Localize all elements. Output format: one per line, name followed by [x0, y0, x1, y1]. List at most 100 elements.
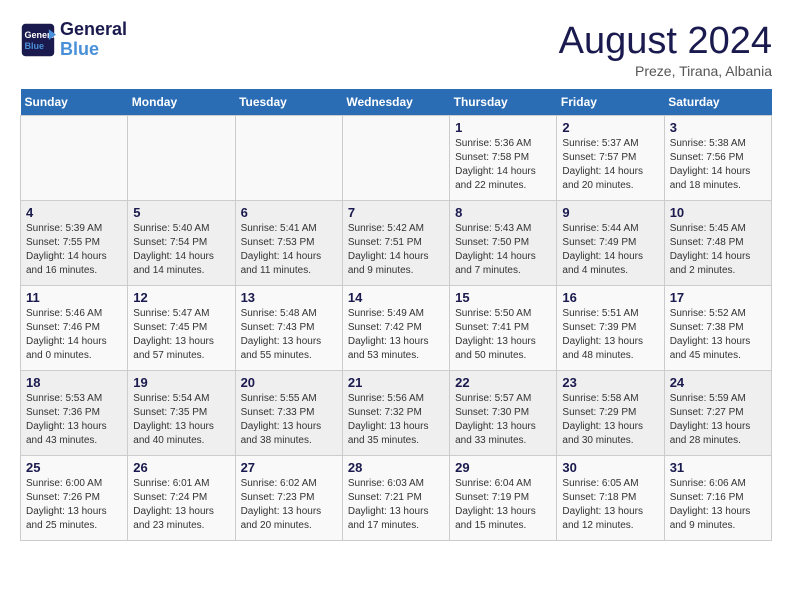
weekday-header-saturday: Saturday: [664, 89, 771, 116]
day-info: Sunrise: 5:45 AM Sunset: 7:48 PM Dayligh…: [670, 222, 766, 278]
weekday-header-thursday: Thursday: [450, 89, 557, 116]
calendar-cell: 30 Sunrise: 6:05 AM Sunset: 7:18 PM Dayli…: [557, 456, 664, 541]
day-number: 8: [455, 205, 551, 220]
day-number: 15: [455, 290, 551, 305]
day-number: 11: [26, 290, 122, 305]
day-info: Sunrise: 6:03 AM Sunset: 7:21 PM Dayligh…: [348, 477, 444, 533]
day-info: Sunrise: 5:40 AM Sunset: 7:54 PM Dayligh…: [133, 222, 229, 278]
day-info: Sunrise: 5:47 AM Sunset: 7:45 PM Dayligh…: [133, 307, 229, 363]
day-number: 20: [241, 375, 337, 390]
calendar-cell: 15Sunrise: 5:50 AM Sunset: 7:41 PM Dayli…: [450, 286, 557, 371]
calendar-header: SundayMondayTuesdayWednesdayThursdayFrid…: [21, 89, 772, 116]
calendar-cell: [342, 116, 449, 201]
day-number: 7: [348, 205, 444, 220]
day-info: Sunrise: 6:05 AM Sunset: 7:18 PM Dayligh…: [562, 477, 658, 533]
calendar-week-3: 11 Sunrise: 5:46 AM Sunset: 7:46 PM Dayli…: [21, 286, 772, 371]
day-info: Sunrise: 6:04 AM Sunset: 7:19 PM Dayligh…: [455, 477, 551, 533]
calendar-cell: 6 Sunrise: 5:41 AM Sunset: 7:53 PM Daylig…: [235, 201, 342, 286]
day-number: 13: [241, 290, 337, 305]
calendar-cell: 20 Sunrise: 5:55 AM Sunset: 7:33 PM Dayli…: [235, 371, 342, 456]
day-number: 24: [670, 375, 766, 390]
calendar-cell: 17 Sunrise: 5:52 AM Sunset: 7:38 PM Dayli…: [664, 286, 771, 371]
month-title: August 2024: [559, 20, 772, 63]
day-number: 1: [455, 120, 551, 135]
calendar-week-4: 18 Sunrise: 5:53 AM Sunset: 7:36 PM Dayli…: [21, 371, 772, 456]
calendar-cell: 18 Sunrise: 5:53 AM Sunset: 7:36 PM Dayli…: [21, 371, 128, 456]
logo: General Blue General Blue General Blue: [20, 20, 127, 60]
day-info: Sunrise: 5:38 AM Sunset: 7:56 PM Dayligh…: [670, 137, 766, 193]
calendar-cell: 4Sunrise: 5:39 AM Sunset: 7:55 PM Daylig…: [21, 201, 128, 286]
day-number: 16: [562, 290, 658, 305]
calendar-cell: 7 Sunrise: 5:42 AM Sunset: 7:51 PM Daylig…: [342, 201, 449, 286]
day-info: Sunrise: 5:54 AM Sunset: 7:35 PM Dayligh…: [133, 392, 229, 448]
day-info: Sunrise: 5:41 AM Sunset: 7:53 PM Dayligh…: [241, 222, 337, 278]
calendar-cell: 25Sunrise: 6:00 AM Sunset: 7:26 PM Dayli…: [21, 456, 128, 541]
day-number: 29: [455, 460, 551, 475]
calendar-cell: 19 Sunrise: 5:54 AM Sunset: 7:35 PM Dayli…: [128, 371, 235, 456]
day-info: Sunrise: 5:43 AM Sunset: 7:50 PM Dayligh…: [455, 222, 551, 278]
calendar-cell: [235, 116, 342, 201]
day-number: 2: [562, 120, 658, 135]
day-number: 27: [241, 460, 337, 475]
location-subtitle: Preze, Tirana, Albania: [559, 63, 772, 79]
day-info: Sunrise: 5:53 AM Sunset: 7:36 PM Dayligh…: [26, 392, 122, 448]
calendar-cell: 31Sunrise: 6:06 AM Sunset: 7:16 PM Dayli…: [664, 456, 771, 541]
weekday-header-sunday: Sunday: [21, 89, 128, 116]
calendar-cell: 12Sunrise: 5:47 AM Sunset: 7:45 PM Dayli…: [128, 286, 235, 371]
day-number: 21: [348, 375, 444, 390]
day-info: Sunrise: 5:52 AM Sunset: 7:38 PM Dayligh…: [670, 307, 766, 363]
day-number: 30: [562, 460, 658, 475]
day-info: Sunrise: 5:55 AM Sunset: 7:33 PM Dayligh…: [241, 392, 337, 448]
day-number: 19: [133, 375, 229, 390]
calendar-cell: [21, 116, 128, 201]
day-number: 5: [133, 205, 229, 220]
calendar-week-1: 1 Sunrise: 5:36 AM Sunset: 7:58 PM Daylig…: [21, 116, 772, 201]
calendar-cell: 27 Sunrise: 6:02 AM Sunset: 7:23 PM Dayli…: [235, 456, 342, 541]
day-number: 3: [670, 120, 766, 135]
weekday-header-tuesday: Tuesday: [235, 89, 342, 116]
calendar-cell: 3 Sunrise: 5:38 AM Sunset: 7:56 PM Daylig…: [664, 116, 771, 201]
day-number: 31: [670, 460, 766, 475]
calendar-cell: 1 Sunrise: 5:36 AM Sunset: 7:58 PM Daylig…: [450, 116, 557, 201]
calendar-cell: 8 Sunrise: 5:43 AM Sunset: 7:50 PM Daylig…: [450, 201, 557, 286]
calendar-cell: 23 Sunrise: 5:58 AM Sunset: 7:29 PM Dayli…: [557, 371, 664, 456]
calendar-cell: [128, 116, 235, 201]
calendar-cell: 24 Sunrise: 5:59 AM Sunset: 7:27 PM Dayli…: [664, 371, 771, 456]
calendar-cell: 10 Sunrise: 5:45 AM Sunset: 7:48 PM Dayli…: [664, 201, 771, 286]
day-info: Sunrise: 5:58 AM Sunset: 7:29 PM Dayligh…: [562, 392, 658, 448]
day-info: Sunrise: 5:48 AM Sunset: 7:43 PM Dayligh…: [241, 307, 337, 363]
day-info: Sunrise: 5:56 AM Sunset: 7:32 PM Dayligh…: [348, 392, 444, 448]
day-info: Sunrise: 5:49 AM Sunset: 7:42 PM Dayligh…: [348, 307, 444, 363]
day-number: 17: [670, 290, 766, 305]
day-info: Sunrise: 5:37 AM Sunset: 7:57 PM Dayligh…: [562, 137, 658, 193]
calendar-cell: 16Sunrise: 5:51 AM Sunset: 7:39 PM Dayli…: [557, 286, 664, 371]
day-number: 9: [562, 205, 658, 220]
day-info: Sunrise: 5:36 AM Sunset: 7:58 PM Dayligh…: [455, 137, 551, 193]
calendar-cell: 14 Sunrise: 5:49 AM Sunset: 7:42 PM Dayli…: [342, 286, 449, 371]
day-info: Sunrise: 5:44 AM Sunset: 7:49 PM Dayligh…: [562, 222, 658, 278]
calendar-cell: 5 Sunrise: 5:40 AM Sunset: 7:54 PM Daylig…: [128, 201, 235, 286]
calendar-week-2: 4Sunrise: 5:39 AM Sunset: 7:55 PM Daylig…: [21, 201, 772, 286]
calendar-cell: 11 Sunrise: 5:46 AM Sunset: 7:46 PM Dayli…: [21, 286, 128, 371]
day-number: 14: [348, 290, 444, 305]
svg-text:Blue: Blue: [25, 41, 45, 51]
day-number: 6: [241, 205, 337, 220]
day-number: 23: [562, 375, 658, 390]
calendar-cell: 21 Sunrise: 5:56 AM Sunset: 7:32 PM Dayli…: [342, 371, 449, 456]
day-info: Sunrise: 5:42 AM Sunset: 7:51 PM Dayligh…: [348, 222, 444, 278]
day-number: 18: [26, 375, 122, 390]
weekday-header-wednesday: Wednesday: [342, 89, 449, 116]
day-info: Sunrise: 5:39 AM Sunset: 7:55 PM Dayligh…: [26, 222, 122, 278]
day-number: 22: [455, 375, 551, 390]
calendar-cell: 9 Sunrise: 5:44 AM Sunset: 7:49 PM Daylig…: [557, 201, 664, 286]
day-info: Sunrise: 5:46 AM Sunset: 7:46 PM Dayligh…: [26, 307, 122, 363]
logo-text: General Blue: [60, 20, 127, 60]
day-info: Sunrise: 6:00 AM Sunset: 7:26 PM Dayligh…: [26, 477, 122, 533]
calendar-cell: 29 Sunrise: 6:04 AM Sunset: 7:19 PM Dayli…: [450, 456, 557, 541]
day-number: 10: [670, 205, 766, 220]
calendar-body: 1 Sunrise: 5:36 AM Sunset: 7:58 PM Daylig…: [21, 116, 772, 541]
page-header: General Blue General Blue General Blue A…: [20, 20, 772, 79]
day-info: Sunrise: 5:59 AM Sunset: 7:27 PM Dayligh…: [670, 392, 766, 448]
calendar-cell: 28Sunrise: 6:03 AM Sunset: 7:21 PM Dayli…: [342, 456, 449, 541]
day-info: Sunrise: 6:02 AM Sunset: 7:23 PM Dayligh…: [241, 477, 337, 533]
